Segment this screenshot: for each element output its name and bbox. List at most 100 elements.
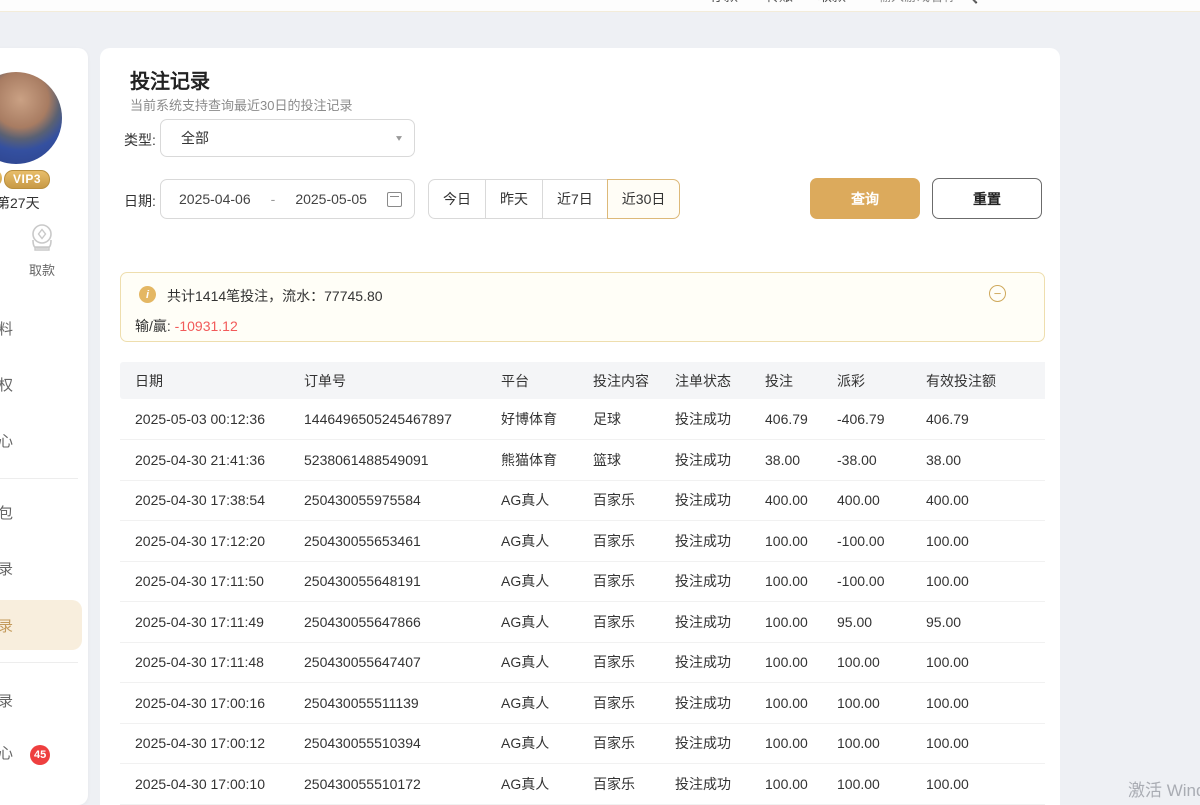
- bet-records-table: 日期订单号平台投注内容注单状态投注派彩有效投注额 2025-05-03 00:1…: [120, 362, 1045, 805]
- bet-records-panel: 投注记录 当前系统支持查询最近30日的投注记录 类型: 全部 ▾ 日期: 202…: [100, 48, 1060, 805]
- cell-payout: 100.00: [833, 723, 922, 764]
- date-start-value: 2025-04-06: [179, 191, 251, 207]
- table-column-header: 派彩: [833, 362, 922, 399]
- cell-content: 百家乐: [589, 683, 671, 724]
- page-subtitle: 当前系统支持查询最近30日的投注记录: [130, 95, 352, 114]
- cell-payout: -406.79: [833, 399, 922, 440]
- calendar-icon[interactable]: [387, 192, 402, 207]
- table-row: 2025-04-30 17:00:16250430055511139AG真人百家…: [120, 683, 1045, 724]
- sidebar-item-center[interactable]: 心: [0, 430, 86, 451]
- date-separator: -: [271, 191, 276, 207]
- cell-date: 2025-04-30 17:00:10: [120, 764, 300, 805]
- cell-bet: 100.00: [761, 602, 833, 643]
- cell-order: 250430055510172: [300, 764, 497, 805]
- date-range-input[interactable]: 2025-04-06 - 2025-05-05: [160, 179, 415, 219]
- nav-search-text: 输入游戏名称: [878, 0, 956, 4]
- sidebar-item-bet-records-active[interactable]: 录: [0, 600, 82, 650]
- table-header-row: 日期订单号平台投注内容注单状态投注派彩有效投注额: [120, 362, 1045, 399]
- cell-status: 投注成功: [671, 440, 761, 481]
- date-filter-label: 日期:: [124, 191, 156, 211]
- table-column-header: 投注: [761, 362, 833, 399]
- table-column-header: 注单状态: [671, 362, 761, 399]
- cell-order: 250430055647407: [300, 642, 497, 683]
- cell-platform: AG真人: [497, 642, 589, 683]
- sidebar-item-privilege[interactable]: 权: [0, 374, 86, 395]
- cell-content: 百家乐: [589, 521, 671, 562]
- quick-range-近30日[interactable]: 近30日: [607, 179, 681, 219]
- type-select[interactable]: 全部 ▾: [160, 119, 415, 157]
- cell-valid: 400.00: [922, 480, 1045, 521]
- cell-platform: AG真人: [497, 683, 589, 724]
- table-row: 2025-04-30 21:41:365238061488549091熊猫体育篮…: [120, 440, 1045, 481]
- quick-range-今日[interactable]: 今日: [428, 179, 486, 219]
- cell-order: 250430055511139: [300, 683, 497, 724]
- query-button[interactable]: 查询: [810, 178, 920, 219]
- nav-item-withdraw[interactable]: 取款: [818, 0, 846, 6]
- cell-payout: 100.00: [833, 683, 922, 724]
- cell-valid: 100.00: [922, 561, 1045, 602]
- table-column-header: 投注内容: [589, 362, 671, 399]
- quick-range-昨天[interactable]: 昨天: [485, 179, 543, 219]
- cell-payout: 100.00: [833, 642, 922, 683]
- cell-order: 250430055647866: [300, 602, 497, 643]
- cell-platform: AG真人: [497, 764, 589, 805]
- cell-status: 投注成功: [671, 399, 761, 440]
- table-row: 2025-04-30 17:11:50250430055648191AG真人百家…: [120, 561, 1045, 602]
- summary-total-text: 共计1414笔投注，流水：77745.80: [167, 286, 383, 306]
- sidebar-item-profile[interactable]: 料: [0, 318, 86, 339]
- sidebar-withdraw-button[interactable]: 取款: [16, 220, 68, 279]
- table-row: 2025-04-30 17:00:10250430055510172AG真人百家…: [120, 764, 1045, 805]
- active-item-label: 录: [0, 615, 13, 636]
- cell-order: 250430055653461: [300, 521, 497, 562]
- search-icon[interactable]: 🔍: [962, 0, 978, 4]
- cell-bet: 38.00: [761, 440, 833, 481]
- cell-content: 百家乐: [589, 561, 671, 602]
- cell-valid: 100.00: [922, 642, 1045, 683]
- sidebar-divider: [0, 662, 78, 663]
- sidebar-item-wallet[interactable]: 包: [0, 502, 86, 523]
- table-row: 2025-04-30 17:11:48250430055647407AG真人百家…: [120, 642, 1045, 683]
- cell-bet: 100.00: [761, 764, 833, 805]
- cell-status: 投注成功: [671, 642, 761, 683]
- cell-valid: 100.00: [922, 521, 1045, 562]
- cell-platform: AG真人: [497, 723, 589, 764]
- winloss-label: 输/赢:: [135, 318, 171, 334]
- cell-status: 投注成功: [671, 683, 761, 724]
- table-row: 2025-04-30 17:00:12250430055510394AG真人百家…: [120, 723, 1045, 764]
- cell-valid: 100.00: [922, 723, 1045, 764]
- summary-box: i 共计1414笔投注，流水：77745.80 − 输/赢: -10931.12: [120, 272, 1045, 342]
- table-row: 2025-05-03 00:12:361446496505245467897好博…: [120, 399, 1045, 440]
- table-row: 2025-04-30 17:12:20250430055653461AG真人百家…: [120, 521, 1045, 562]
- sidebar-item-records[interactable]: 录: [0, 558, 86, 579]
- cell-platform: 熊猫体育: [497, 440, 589, 481]
- cell-date: 2025-04-30 21:41:36: [120, 440, 300, 481]
- nav-item-deposit[interactable]: 存款: [710, 0, 738, 6]
- table-column-header: 平台: [497, 362, 589, 399]
- cell-valid: 95.00: [922, 602, 1045, 643]
- nav-search-input[interactable]: 输入游戏名称 🔍: [878, 0, 978, 5]
- nav-item-transfer[interactable]: 转账: [765, 0, 793, 6]
- cell-valid: 100.00: [922, 683, 1045, 724]
- chevron-down-icon: ▾: [396, 132, 402, 143]
- sidebar-item-transaction-records[interactable]: 录: [0, 690, 86, 711]
- cell-status: 投注成功: [671, 602, 761, 643]
- withdraw-icon: [24, 220, 60, 256]
- type-select-value: 全部: [181, 128, 209, 148]
- cell-date: 2025-04-30 17:11:48: [120, 642, 300, 683]
- cell-payout: 100.00: [833, 764, 922, 805]
- summary-winloss: 输/赢: -10931.12: [135, 316, 238, 336]
- quick-range-近7日[interactable]: 近7日: [542, 179, 608, 219]
- cell-content: 百家乐: [589, 602, 671, 643]
- table-column-header: 有效投注额: [922, 362, 1045, 399]
- cell-platform: AG真人: [497, 521, 589, 562]
- cell-content: 百家乐: [589, 642, 671, 683]
- windows-activation-watermark: 激活 Windows: [1128, 776, 1200, 801]
- cell-payout: -100.00: [833, 561, 922, 602]
- cell-date: 2025-04-30 17:11:50: [120, 561, 300, 602]
- user-avatar[interactable]: [0, 72, 62, 164]
- vip-level-badge: VIP3: [4, 170, 50, 189]
- collapse-icon[interactable]: −: [989, 285, 1006, 302]
- cell-status: 投注成功: [671, 480, 761, 521]
- reset-button[interactable]: 重置: [932, 178, 1042, 219]
- cell-status: 投注成功: [671, 561, 761, 602]
